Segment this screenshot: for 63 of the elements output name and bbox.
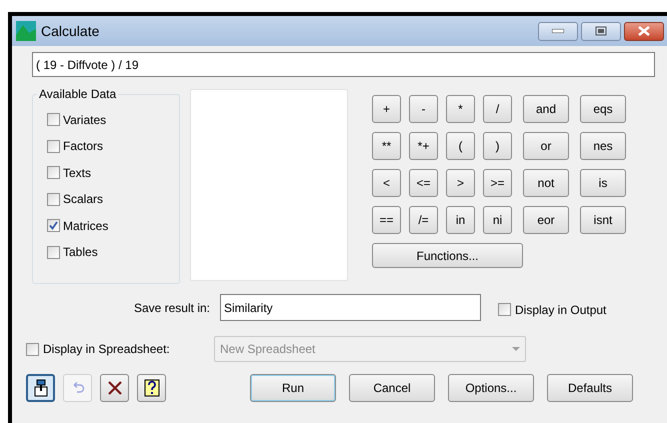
operator-button[interactable]: ** — [372, 132, 401, 160]
operator-button[interactable]: is — [580, 169, 626, 197]
close-button[interactable] — [624, 22, 664, 40]
checkbox-label: Matrices — [63, 218, 108, 234]
checkbox[interactable] — [47, 113, 60, 126]
functions-button[interactable]: Functions... — [372, 243, 523, 268]
operator-button[interactable]: isnt — [580, 206, 626, 234]
pin-icon — [32, 379, 48, 397]
checkbox[interactable] — [498, 303, 511, 316]
help-icon — [144, 379, 160, 397]
operator-button[interactable]: eqs — [580, 95, 626, 123]
tool-button[interactable] — [137, 374, 166, 402]
operator-button[interactable]: ) — [483, 132, 512, 160]
operator-button[interactable]: or — [523, 132, 569, 160]
app-logo-icon — [16, 21, 36, 41]
tool-button[interactable] — [26, 374, 55, 402]
checkbox-label: Factors — [63, 138, 104, 155]
checkbox[interactable] — [47, 246, 60, 258]
checkbox[interactable] — [47, 140, 60, 152]
operator-button[interactable]: > — [446, 169, 475, 197]
close-icon — [638, 26, 650, 36]
checkbox-label: Texts — [63, 164, 92, 182]
checkbox-label: Scalars — [63, 191, 104, 208]
minimize-icon — [552, 29, 564, 33]
checkbox-label: Variates — [63, 112, 106, 128]
operator-button[interactable]: == — [372, 206, 401, 234]
operator-button[interactable]: eor — [523, 206, 569, 234]
checkbox-label: Display in Output — [515, 302, 606, 318]
maximize-icon — [595, 26, 607, 36]
close-icon — [106, 380, 122, 396]
operator-button[interactable]: and — [523, 95, 569, 123]
expression-field[interactable]: ( 19 - Diffvote ) / 19 — [32, 52, 655, 77]
operator-button[interactable]: / — [483, 95, 512, 123]
operator-button[interactable]: nes — [580, 132, 626, 160]
operator-button[interactable]: /= — [409, 206, 438, 234]
operator-button[interactable]: ni — [483, 206, 512, 234]
operator-button[interactable]: *+ — [409, 132, 438, 160]
operator-button[interactable]: >= — [483, 169, 512, 197]
operator-button[interactable]: + — [372, 95, 401, 123]
dialog-button[interactable]: Options... — [448, 374, 534, 402]
dropdown-arrow-icon — [512, 347, 520, 351]
checkbox-label: Display in Spreadsheet: — [43, 341, 170, 358]
save-result-field[interactable]: Similarity — [220, 294, 481, 321]
operator-button[interactable]: - — [409, 95, 438, 123]
operator-button[interactable]: * — [446, 95, 475, 123]
operator-button[interactable]: ( — [446, 132, 475, 160]
operator-button[interactable]: < — [372, 169, 401, 197]
maximize-button[interactable] — [581, 22, 621, 40]
tool-button[interactable] — [100, 374, 129, 402]
dialog-button[interactable]: Defaults — [547, 374, 633, 402]
save-result-label: Save result in: — [132, 300, 210, 316]
window-title: Calculate — [41, 22, 100, 40]
checkbox[interactable] — [47, 219, 60, 232]
checkbox-label: Tables — [63, 244, 98, 261]
group-title: Available Data — [37, 87, 118, 101]
operator-button[interactable]: not — [523, 169, 569, 197]
operator-button[interactable]: in — [446, 206, 475, 234]
checkbox[interactable] — [47, 166, 60, 179]
dialog-button[interactable]: Run — [250, 374, 336, 402]
dialog-button[interactable]: Cancel — [349, 374, 435, 402]
checkbox[interactable] — [47, 192, 60, 206]
minimize-button[interactable] — [538, 22, 578, 40]
operator-button[interactable]: <= — [409, 169, 438, 197]
